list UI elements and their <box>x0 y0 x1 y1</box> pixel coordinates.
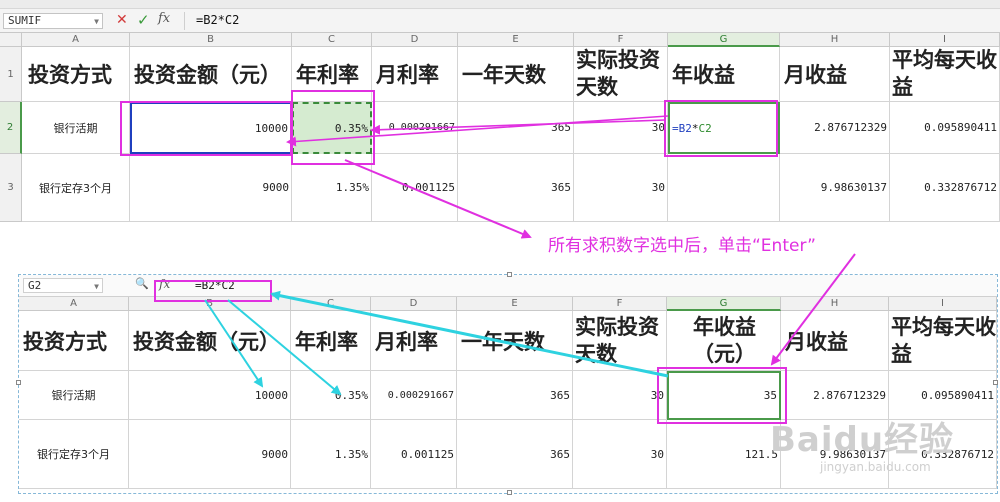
arrow-formula-to-b2 <box>204 299 264 388</box>
arrow-formula-to-c2 <box>227 299 342 396</box>
arrow-result-to-formula <box>270 290 669 378</box>
arrow-note-to-result <box>770 253 856 366</box>
arrow-g2-to-b2 <box>286 115 669 147</box>
arrow-selection-to-note <box>344 159 532 239</box>
annotation-arrows <box>204 115 856 396</box>
arrow-g2-to-c2 <box>370 119 666 135</box>
